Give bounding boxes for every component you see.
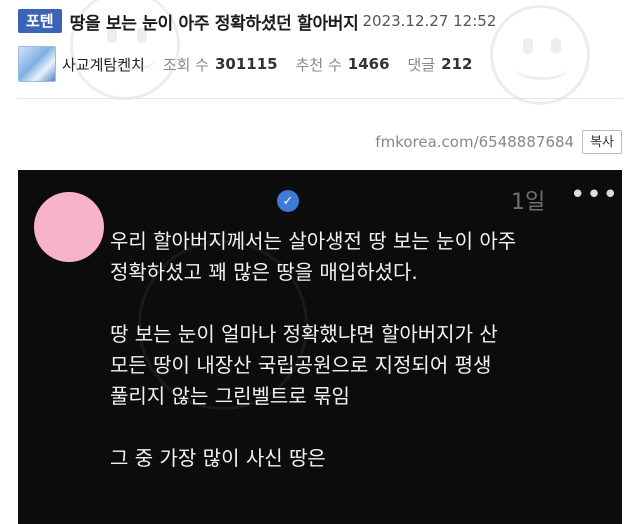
post-header: 포텐 땅을 보는 눈이 아주 정확하셨던 할아버지 2023.12.27 12:… xyxy=(18,6,630,36)
card-line: 땅 보는 눈이 얼마나 정확했냐면 할아버지가 산 xyxy=(110,322,498,346)
views-label: 조회 수 xyxy=(162,55,209,74)
post-page: 포텐 땅을 보는 눈이 아주 정확하셨던 할아버지 2023.12.27 12:… xyxy=(0,0,640,524)
header-divider xyxy=(18,98,622,99)
card-paragraph: 우리 할아버지께서는 살아생전 땅 보는 눈이 아주 정확하셨고 꽤 많은 땅을… xyxy=(110,226,610,288)
author-name[interactable]: 사교계탐켄치 xyxy=(62,54,145,75)
recommend-label: 추천 수 xyxy=(295,55,342,74)
card-line: 모든 땅이 내장산 국립공원으로 지정되어 평생 xyxy=(110,353,492,377)
category-badge[interactable]: 포텐 xyxy=(18,9,62,33)
post-link-row: fmkorea.com/6548887684 복사 xyxy=(375,128,622,156)
card-line: 우리 할아버지께서는 살아생전 땅 보는 눈이 아주 xyxy=(110,229,517,253)
card-line: 그 중 가장 많이 사신 땅은 xyxy=(110,446,326,470)
post-date: 2023.12.27 12:52 xyxy=(362,12,497,30)
author-avatar[interactable] xyxy=(18,46,56,82)
views-count: 301115 xyxy=(214,55,278,73)
verified-badge-icon: ✓ xyxy=(277,190,299,212)
comments-label: 댓글 xyxy=(407,55,436,74)
post-meta: 사교계탐켄치 조회 수 301115 추천 수 1466 댓글 212 xyxy=(18,46,490,82)
comments-count[interactable]: 212 xyxy=(441,55,472,73)
recommend-count: 1466 xyxy=(347,55,390,73)
card-avatar xyxy=(34,192,104,262)
post-url[interactable]: fmkorea.com/6548887684 xyxy=(375,133,574,151)
card-paragraph: 땅 보는 눈이 얼마나 정확했냐면 할아버지가 산 모든 땅이 내장산 국립공원… xyxy=(110,319,610,412)
copy-url-button[interactable]: 복사 xyxy=(582,130,622,154)
card-paragraph: 그 중 가장 많이 사신 땅은 xyxy=(110,443,610,474)
post-title: 땅을 보는 눈이 아주 정확하셨던 할아버지 xyxy=(69,13,359,34)
card-line: 풀리지 않는 그린벨트로 묶임 xyxy=(110,384,350,408)
card-line: 정확하셨고 꽤 많은 땅을 매입하셨다. xyxy=(110,260,418,284)
card-body-text: 우리 할아버지께서는 살아생전 땅 보는 눈이 아주 정확하셨고 꽤 많은 땅을… xyxy=(110,226,610,505)
more-dots-icon: ••• xyxy=(570,180,620,210)
card-time-ago: 1일 xyxy=(511,190,546,215)
embedded-post-card: ✓ 1일 ••• 우리 할아버지께서는 살아생전 땅 보는 눈이 아주 정확하셨… xyxy=(18,170,622,524)
